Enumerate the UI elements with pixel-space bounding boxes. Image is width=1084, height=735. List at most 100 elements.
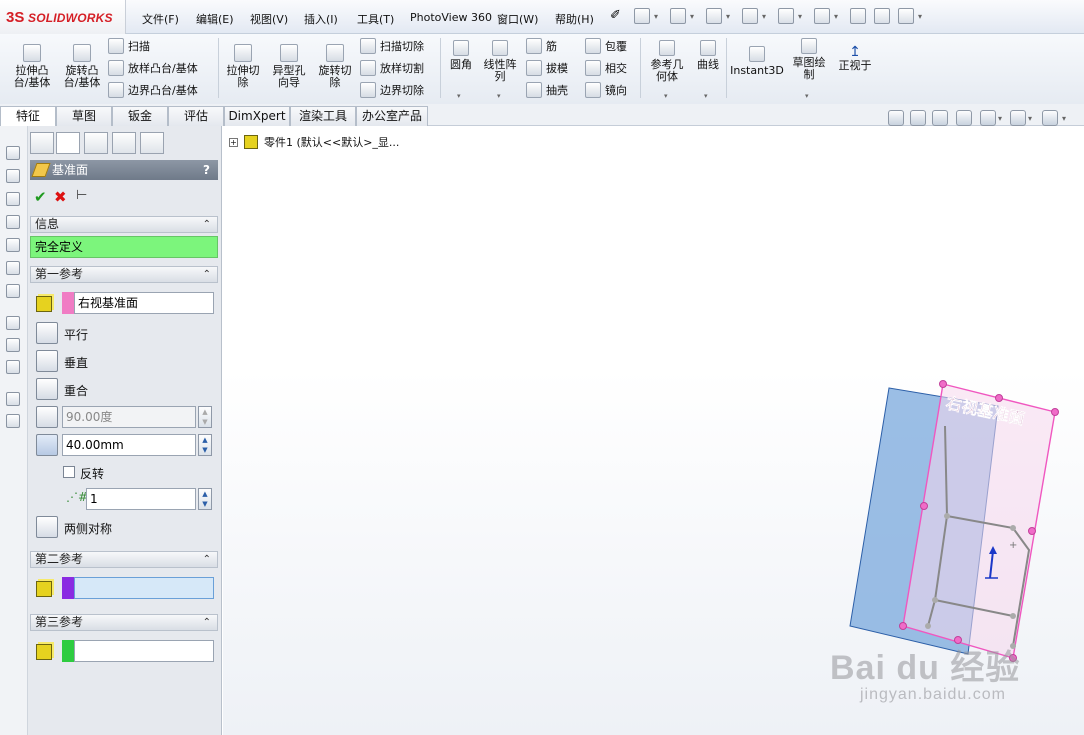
offset-distance-input[interactable]: 40.00mm	[62, 434, 196, 456]
perpendicular-icon[interactable]	[36, 350, 58, 372]
draft-button[interactable]: 拔模	[526, 60, 568, 76]
section-second-reference[interactable]: 第二参考 ⌃	[30, 551, 218, 568]
angle-input[interactable]: 90.00度	[62, 406, 196, 428]
offset-distance-spinner[interactable]: ▲ ▼	[198, 434, 212, 456]
select-icon[interactable]	[814, 8, 830, 24]
number-of-planes-spinner[interactable]: ▲ ▼	[198, 488, 212, 510]
boundary-boss-button[interactable]: 边界凸台/基体	[108, 82, 198, 98]
dropdown-arrow-icon[interactable]: ▾	[690, 12, 694, 21]
wrap-button[interactable]: 包覆	[585, 38, 627, 54]
swept-cut-button[interactable]: 扫描切除	[360, 38, 424, 54]
shell-button[interactable]: 抽壳	[526, 82, 568, 98]
second-reference-field[interactable]	[74, 577, 214, 599]
first-reference-field[interactable]: 右视基准面	[74, 292, 214, 314]
reference-geometry-button[interactable]: 参考几 何体	[646, 40, 688, 83]
collapse-icon[interactable]: ⌃	[203, 615, 211, 630]
extrude-boss-button[interactable]: 拉伸凸 台/基体	[10, 44, 54, 89]
configuration-manager-tab-icon[interactable]	[84, 132, 108, 154]
sketch-tool-icon[interactable]	[6, 392, 20, 406]
loft-button[interactable]: 放样凸台/基体	[108, 60, 198, 76]
third-reference-field[interactable]	[74, 640, 214, 662]
rebuild-icon[interactable]	[850, 8, 866, 24]
curves-button[interactable]: 曲线	[692, 40, 724, 71]
zoom-to-fit-icon[interactable]	[888, 110, 904, 126]
menu-file[interactable]: 文件(F)	[142, 11, 179, 27]
section-view-icon[interactable]	[956, 110, 972, 126]
sketch-tool-icon[interactable]	[6, 414, 20, 428]
view-icon[interactable]	[6, 261, 20, 275]
tab-sheet-metal[interactable]: 钣金	[112, 106, 168, 126]
dropdown-arrow-icon[interactable]: ▾	[1028, 114, 1032, 123]
extrude-cut-button[interactable]: 拉伸切 除	[222, 44, 264, 89]
view-icon[interactable]	[6, 146, 20, 160]
dimxpert-manager-tab-icon[interactable]	[112, 132, 136, 154]
view-icon[interactable]	[6, 238, 20, 252]
menu-help[interactable]: 帮助(H)	[555, 11, 594, 27]
solidworks-logo[interactable]: 3S SOLIDWORKS	[0, 0, 126, 34]
dropdown-arrow-icon[interactable]: ▾	[798, 12, 802, 21]
collapse-icon[interactable]: ⌃	[203, 552, 211, 567]
collapse-icon[interactable]: ⌃	[203, 217, 211, 232]
options-icon[interactable]	[898, 8, 914, 24]
tab-render-tools[interactable]: 渲染工具	[290, 106, 356, 126]
section-first-reference[interactable]: 第一参考 ⌃	[30, 266, 218, 283]
sketch-tool-icon[interactable]	[6, 316, 20, 330]
view-icon[interactable]	[6, 192, 20, 206]
feature-manager-tab-icon[interactable]	[30, 132, 54, 154]
angle-icon[interactable]	[36, 406, 58, 428]
menu-insert[interactable]: 插入(I)	[304, 11, 338, 27]
sketch-tool-icon[interactable]	[6, 338, 20, 352]
zoom-to-area-icon[interactable]	[910, 110, 926, 126]
dropdown-arrow-icon[interactable]: ▾	[834, 12, 838, 21]
file-properties-icon[interactable]	[874, 8, 890, 24]
menu-window[interactable]: 窗口(W)	[497, 11, 538, 27]
tab-evaluate[interactable]: 评估	[168, 106, 224, 126]
help-button[interactable]: ?	[203, 160, 210, 180]
dropdown-arrow-icon[interactable]: ▾	[654, 12, 658, 21]
display-manager-tab-icon[interactable]	[140, 132, 164, 154]
tab-sketch[interactable]: 草图	[56, 106, 112, 126]
sketch-tool-icon[interactable]	[6, 360, 20, 374]
property-manager-tab-icon[interactable]	[56, 132, 80, 154]
view-icon[interactable]	[6, 215, 20, 229]
hide-show-items-icon[interactable]	[1042, 110, 1058, 126]
open-file-icon[interactable]	[670, 8, 686, 24]
lofted-cut-button[interactable]: 放样切割	[360, 60, 424, 76]
dropdown-arrow-icon[interactable]: ▾	[1062, 114, 1066, 123]
dropdown-arrow-icon[interactable]: ▾	[918, 12, 922, 21]
dropdown-arrow-icon[interactable]: ▾	[726, 12, 730, 21]
mirror-button[interactable]: 镜向	[585, 82, 627, 98]
curves-dropdown-icon[interactable]: ▾	[704, 92, 708, 100]
coincident-icon[interactable]	[36, 378, 58, 400]
sketch-dropdown-icon[interactable]: ▾	[805, 92, 809, 100]
rib-button[interactable]: 筋	[526, 38, 557, 54]
display-style-icon[interactable]	[1010, 110, 1026, 126]
section-third-reference[interactable]: 第三参考 ⌃	[30, 614, 218, 631]
previous-view-icon[interactable]	[932, 110, 948, 126]
number-of-planes-input[interactable]: 1	[86, 488, 196, 510]
menu-tools[interactable]: 工具(T)	[357, 11, 394, 27]
revolve-cut-button[interactable]: 旋转切 除	[314, 44, 356, 89]
new-file-icon[interactable]	[634, 8, 650, 24]
pushpin-icon[interactable]: ⊢	[76, 188, 87, 203]
linear-pattern-dropdown-icon[interactable]: ▾	[497, 92, 501, 100]
tab-features[interactable]: 特征	[0, 106, 56, 127]
sketch-button[interactable]: 草图绘 制	[788, 38, 830, 81]
tab-dimxpert[interactable]: DimXpert	[224, 106, 290, 126]
flip-checkbox[interactable]	[63, 466, 75, 478]
instant3d-button[interactable]: Instant3D	[730, 46, 784, 77]
view-icon[interactable]	[6, 284, 20, 298]
intersect-button[interactable]: 相交	[585, 60, 627, 76]
ok-icon[interactable]: ✔	[34, 188, 47, 206]
section-message[interactable]: 信息 ⌃	[30, 216, 218, 233]
tab-office-products[interactable]: 办公室产品	[356, 106, 428, 126]
parallel-icon[interactable]	[36, 322, 58, 344]
menu-photoview[interactable]: PhotoView 360	[410, 11, 492, 24]
normal-to-button[interactable]: ↥ 正视于	[834, 44, 876, 72]
fillet-dropdown-icon[interactable]: ▾	[457, 92, 461, 100]
boundary-cut-button[interactable]: 边界切除	[360, 82, 424, 98]
view-orientation-icon[interactable]	[980, 110, 996, 126]
menu-edit[interactable]: 编辑(E)	[196, 11, 234, 27]
print-icon[interactable]	[742, 8, 758, 24]
reference-geometry-dropdown-icon[interactable]: ▾	[664, 92, 668, 100]
